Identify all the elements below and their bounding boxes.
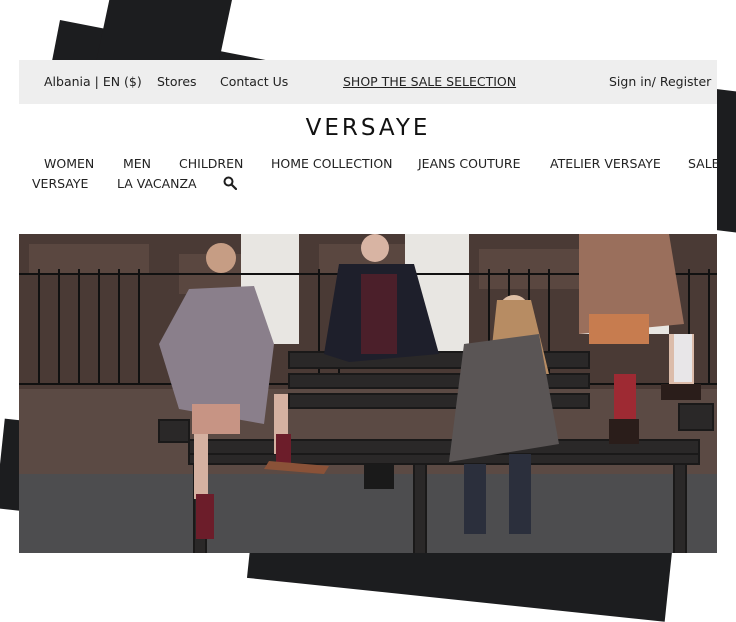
hero-image[interactable] bbox=[19, 234, 717, 553]
locale-selector[interactable]: Albania | EN ($) bbox=[44, 74, 142, 89]
brand-logo[interactable]: VERSAYE bbox=[19, 115, 717, 141]
nav-item-la-vacanza[interactable]: LA VACANZA bbox=[117, 176, 197, 191]
utility-bar: Albania | EN ($) Stores Contact Us SHOP … bbox=[19, 60, 717, 104]
nav-item-atelier-versaye[interactable]: ATELIER VERSAYE bbox=[550, 156, 661, 171]
nav-item-jeans-couture[interactable]: JEANS COUTURE bbox=[418, 156, 520, 171]
nav-item-men[interactable]: MEN bbox=[123, 156, 151, 171]
website-screenshot: Albania | EN ($) Stores Contact Us SHOP … bbox=[19, 60, 717, 553]
sign-in-register-link[interactable]: Sign in/ Register bbox=[609, 74, 711, 89]
nav-item-children[interactable]: CHILDREN bbox=[179, 156, 243, 171]
search-icon[interactable] bbox=[223, 176, 237, 190]
nav-item-versaye[interactable]: VERSAYE bbox=[32, 176, 88, 191]
nav-item-home-collection[interactable]: HOME COLLECTION bbox=[271, 156, 393, 171]
contact-link[interactable]: Contact Us bbox=[220, 74, 288, 89]
sale-selection-link[interactable]: SHOP THE SALE SELECTION bbox=[343, 74, 516, 89]
nav-item-sale[interactable]: SALE bbox=[688, 156, 717, 171]
nav-item-women[interactable]: WOMEN bbox=[44, 156, 94, 171]
stores-link[interactable]: Stores bbox=[157, 74, 197, 89]
